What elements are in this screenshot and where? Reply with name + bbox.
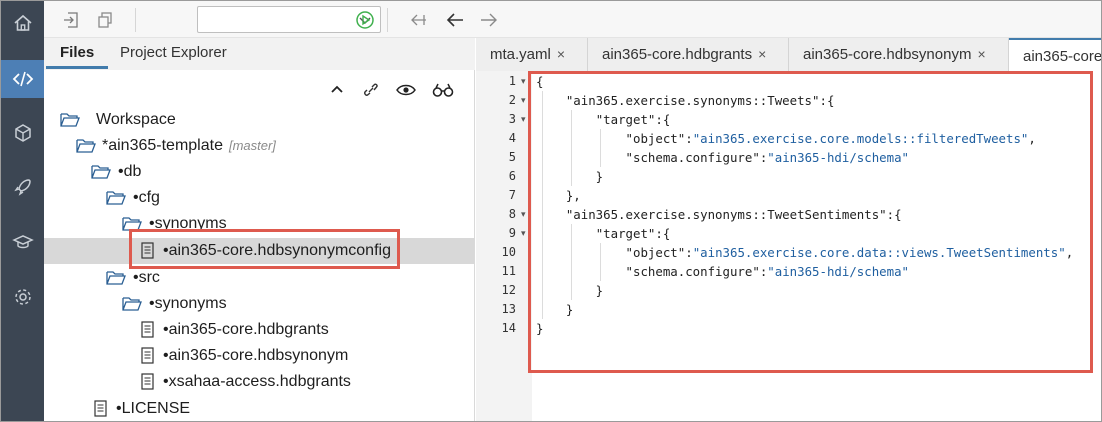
- line-number: 4: [508, 131, 516, 145]
- close-icon[interactable]: ×: [977, 46, 985, 62]
- folder-open-icon: [106, 271, 126, 285]
- tree-item-label: Workspace: [96, 111, 176, 128]
- tree-item-label: •xsahaa-access.hdbgrants: [163, 373, 351, 390]
- line-number: 13: [501, 302, 516, 316]
- file-icon: [141, 347, 154, 364]
- line-number-gutter: 1 ▾ 2 ▾ 3 ▾ 4 5 6 7 8 ▾ 9 ▾ 10 11 12 13 14: [476, 71, 532, 421]
- editor-tab-label: ain365-core.hdbsynonym: [803, 46, 972, 63]
- tab-files[interactable]: Files: [45, 44, 109, 69]
- line-number: 14: [501, 321, 516, 335]
- line-number: 9: [508, 226, 516, 240]
- line-number: 2: [508, 93, 516, 107]
- tree-item-label: •cfg: [133, 189, 160, 206]
- editor-tab-synonymconfig[interactable]: ain365-core: [1009, 38, 1102, 71]
- folder-open-icon: [60, 113, 80, 127]
- rocket-icon[interactable]: [1, 168, 44, 206]
- arrow-left-icon[interactable]: [444, 9, 466, 31]
- editor-tab-hdbsynonym[interactable]: ain365-core.hdbsynonym ×: [789, 38, 1009, 71]
- file-icon: [141, 373, 154, 390]
- tree-item-label: •LICENSE: [116, 400, 191, 417]
- fold-icon[interactable]: ▾: [521, 114, 526, 125]
- tree-item-cfg[interactable]: •cfg: [44, 185, 474, 211]
- activity-bar: [1, 1, 44, 421]
- line-number: 7: [508, 188, 516, 202]
- close-icon[interactable]: ×: [758, 46, 766, 62]
- tree-item-hdbsynonym[interactable]: •ain365-core.hdbsynonym: [44, 343, 474, 369]
- close-icon[interactable]: ×: [557, 46, 565, 62]
- tree-item-label: •db: [118, 163, 142, 180]
- toolbar-separator: [135, 8, 136, 32]
- eye-icon[interactable]: [394, 78, 418, 102]
- link-icon[interactable]: [359, 78, 383, 102]
- fold-icon[interactable]: ▾: [521, 209, 526, 220]
- folder-open-icon: [76, 139, 96, 153]
- run-icon[interactable]: [354, 9, 376, 31]
- tree-item-label: •ain365-core.hdbsynonym: [163, 347, 349, 364]
- tree-item-license[interactable]: •LICENSE: [44, 396, 474, 421]
- line-number: 1: [508, 74, 516, 88]
- line-number: 12: [501, 283, 516, 297]
- tree-item-label-wrap: *ain365-template [master]: [102, 137, 276, 155]
- tree-item-label: *ain365-template: [102, 137, 223, 154]
- line-number: 6: [508, 169, 516, 183]
- editor-tab-label: ain365-core.hdbgrants: [602, 46, 753, 63]
- home-icon[interactable]: [1, 4, 44, 42]
- arrow-right-icon[interactable]: [478, 9, 500, 31]
- back-icon[interactable]: [407, 9, 429, 31]
- tree-item-hdbgrants[interactable]: •ain365-core.hdbgrants: [44, 317, 474, 343]
- editor-tab-mta[interactable]: mta.yaml ×: [476, 38, 588, 71]
- file-icon: [94, 400, 107, 417]
- fold-icon[interactable]: ▾: [521, 228, 526, 239]
- folder-open-icon: [122, 297, 142, 311]
- line-number: 8: [508, 207, 516, 221]
- tab-project-explorer[interactable]: Project Explorer: [120, 44, 227, 61]
- editor-tab-hdbgrants[interactable]: ain365-core.hdbgrants ×: [588, 38, 789, 71]
- line-number: 10: [501, 245, 516, 259]
- cube-icon[interactable]: [1, 114, 44, 152]
- editor-tab-label: ain365-core: [1023, 48, 1102, 65]
- settings-icon[interactable]: [1, 278, 44, 316]
- editor-tab-label: mta.yaml: [490, 46, 551, 63]
- binoculars-icon[interactable]: [431, 78, 455, 102]
- tree-item-label: •synonyms: [149, 295, 227, 312]
- tree-item-label: •src: [133, 269, 160, 286]
- tree-item-synonyms-src[interactable]: •synonyms: [44, 291, 474, 317]
- git-branch-label: [master]: [228, 138, 276, 153]
- fold-icon[interactable]: ▾: [521, 76, 526, 87]
- editor-tabs: mta.yaml × ain365-core.hdbgrants × ain365-…: [476, 38, 1101, 71]
- folder-open-icon: [106, 191, 126, 205]
- line-number: 3: [508, 112, 516, 126]
- code-icon[interactable]: [1, 60, 44, 98]
- fold-icon[interactable]: ▾: [521, 95, 526, 106]
- toolbar-separator: [387, 8, 388, 32]
- collapse-icon[interactable]: [325, 78, 349, 102]
- tree-item-workspace[interactable]: Workspace: [44, 107, 474, 133]
- file-highlight-box: [129, 229, 400, 269]
- export-icon[interactable]: [94, 9, 116, 31]
- import-icon[interactable]: [60, 9, 82, 31]
- ide-window: Files Project Explorer Workspace *ain365: [0, 0, 1102, 422]
- file-icon: [141, 321, 154, 338]
- line-number: 11: [501, 264, 516, 278]
- folder-open-icon: [91, 165, 111, 179]
- toolbar: [44, 1, 1101, 38]
- graduation-cap-icon[interactable]: [1, 223, 44, 261]
- tree-item-xsahaa[interactable]: •xsahaa-access.hdbgrants: [44, 369, 474, 395]
- panel-tabs: Files Project Explorer: [44, 38, 475, 70]
- code-highlight-box: [528, 71, 1093, 373]
- tree-item-label: •ain365-core.hdbgrants: [163, 321, 329, 338]
- tree-item-project[interactable]: *ain365-template [master]: [44, 133, 474, 159]
- line-number: 5: [508, 150, 516, 164]
- tree-item-db[interactable]: •db: [44, 159, 474, 185]
